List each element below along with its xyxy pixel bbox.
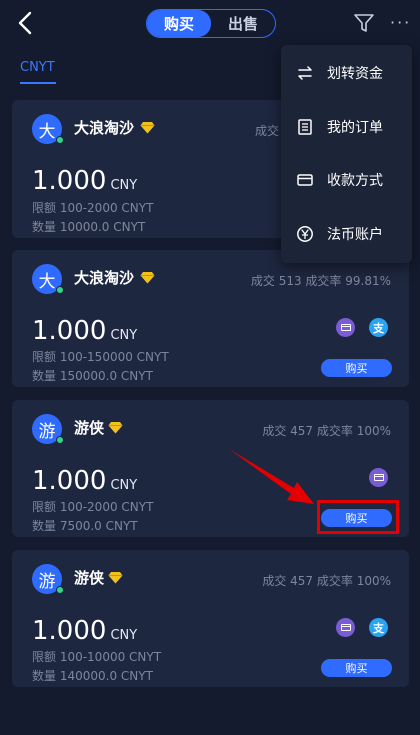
offer-card: 游 游侠 成交 457 成交率 100% 1.000 CNY 支 限额 100-1… bbox=[12, 550, 409, 687]
more-options-menu: 划转资金 我的订单 收款方式 法币账户 bbox=[281, 45, 412, 263]
payment-method-icon bbox=[296, 171, 314, 189]
bank-card-icon bbox=[336, 618, 355, 637]
limit-range: 限额 100-2000 CNYT bbox=[32, 500, 154, 514]
merchant-name: 大浪淘沙 bbox=[74, 119, 135, 137]
online-status-dot bbox=[56, 436, 64, 444]
trade-stats: 成交 bbox=[255, 124, 280, 138]
tab-buy[interactable]: 购买 bbox=[147, 10, 211, 37]
limit-range: 限额 100-2000 CNYT bbox=[32, 201, 154, 215]
tab-sell[interactable]: 出售 bbox=[211, 10, 275, 37]
alipay-icon: 支 bbox=[369, 618, 388, 637]
limit-range: 限额 100-150000 CNYT bbox=[32, 350, 169, 364]
annotation-highlight-box bbox=[317, 500, 399, 534]
alipay-icon: 支 bbox=[369, 318, 388, 337]
available-quantity: 数量 140000.0 CNYT bbox=[32, 669, 153, 683]
annotation-arrow bbox=[229, 449, 314, 504]
limit-range: 限额 100-10000 CNYT bbox=[32, 650, 162, 664]
online-status-dot bbox=[56, 286, 64, 294]
coin-tab-cnyt[interactable]: CNYT bbox=[20, 60, 55, 75]
unit-price: 1.000 CNY bbox=[32, 166, 138, 196]
online-status-dot bbox=[56, 136, 64, 144]
trade-stats: 成交 457 成交率 100% bbox=[262, 424, 391, 438]
menu-item-orders[interactable]: 我的订单 bbox=[281, 101, 412, 153]
merchant-name: 游侠 bbox=[74, 419, 105, 437]
bank-card-icon bbox=[369, 468, 388, 487]
offer-card: 大 大浪淘沙 成交 513 成交率 99.81% 1.000 CNY 支 限额 1… bbox=[12, 250, 409, 387]
buy-button[interactable]: 购买 bbox=[321, 659, 392, 677]
filter-icon[interactable] bbox=[353, 12, 375, 34]
diamond-badge-icon bbox=[108, 422, 123, 434]
unit-price: 1.000 CNY bbox=[32, 616, 138, 646]
top-bar: 购买 出售 ··· bbox=[0, 0, 420, 48]
available-quantity: 数量 7500.0 CNYT bbox=[32, 519, 138, 533]
available-quantity: 数量 10000.0 CNYT bbox=[32, 220, 146, 234]
active-tab-indicator bbox=[20, 82, 56, 84]
trade-stats: 成交 457 成交率 100% bbox=[262, 574, 391, 588]
back-arrow-icon[interactable] bbox=[14, 10, 38, 36]
menu-item-transfer[interactable]: 划转资金 bbox=[281, 47, 412, 99]
bank-card-icon bbox=[336, 318, 355, 337]
merchant-name: 游侠 bbox=[74, 569, 105, 587]
diamond-badge-icon bbox=[140, 272, 155, 284]
diamond-badge-icon bbox=[140, 122, 155, 134]
more-options-icon[interactable]: ··· bbox=[390, 15, 411, 31]
online-status-dot bbox=[56, 586, 64, 594]
merchant-name: 大浪淘沙 bbox=[74, 269, 135, 287]
orders-icon bbox=[296, 118, 314, 136]
menu-item-payment-methods[interactable]: 收款方式 bbox=[281, 154, 412, 206]
buy-button[interactable]: 购买 bbox=[321, 359, 392, 377]
menu-item-fiat-account[interactable]: 法币账户 bbox=[281, 208, 412, 260]
trade-stats: 成交 513 成交率 99.81% bbox=[250, 274, 391, 288]
buy-sell-toggle: 购买 出售 bbox=[146, 9, 276, 38]
transfer-icon bbox=[296, 64, 314, 82]
available-quantity: 数量 150000.0 CNYT bbox=[32, 369, 153, 383]
unit-price: 1.000 CNY bbox=[32, 466, 138, 496]
fiat-account-icon bbox=[296, 225, 314, 243]
unit-price: 1.000 CNY bbox=[32, 316, 138, 346]
diamond-badge-icon bbox=[108, 572, 123, 584]
